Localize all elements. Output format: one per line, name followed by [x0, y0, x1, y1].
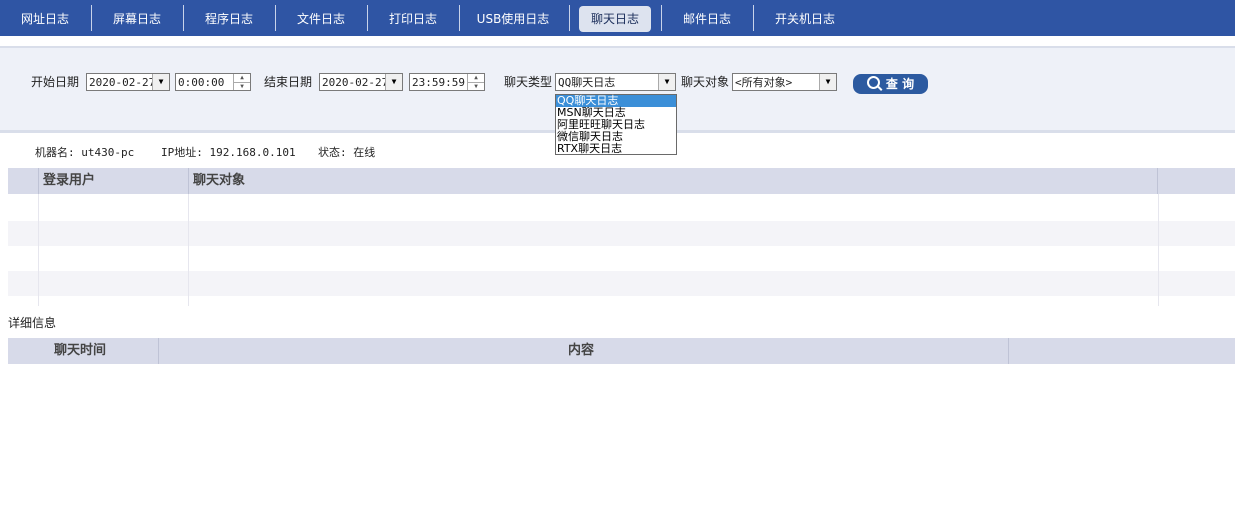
- tab-separator: [753, 5, 754, 31]
- machine-ip: IP地址: 192.168.0.101: [161, 146, 296, 159]
- table-row[interactable]: [8, 221, 1235, 246]
- detail-table-header: 聊天时间 内容: [8, 338, 1235, 364]
- detail-section-label: 详细信息: [8, 316, 57, 330]
- machine-name: 机器名: ut430-pc: [35, 146, 135, 159]
- user-table-header: 登录用户 聊天对象: [8, 168, 1235, 194]
- end-date-label: 结束日期: [264, 75, 313, 89]
- start-date-picker[interactable]: 2020-02-27 ▼: [86, 73, 170, 91]
- table-row[interactable]: [8, 246, 1235, 271]
- spin-up-icon[interactable]: ▲: [468, 74, 484, 82]
- chat-target-label: 聊天对象: [681, 75, 730, 89]
- start-time-value: 0:00:00: [178, 76, 225, 89]
- column-divider: [38, 194, 39, 306]
- spin-up-icon[interactable]: ▲: [234, 74, 250, 82]
- chat-type-dropdown-list: QQ聊天日志 MSN聊天日志 阿里旺旺聊天日志 微信聊天日志 RTX聊天日志: [555, 94, 677, 155]
- start-date-label: 开始日期: [31, 75, 80, 89]
- column-divider: [1008, 338, 1009, 364]
- tab-web-log[interactable]: 网址日志: [8, 6, 82, 32]
- tab-separator: [91, 5, 92, 31]
- end-time-value: 23:59:59: [412, 76, 465, 89]
- tab-screen-log[interactable]: 屏幕日志: [100, 6, 174, 32]
- start-date-value: 2020-02-27: [89, 76, 156, 89]
- tab-file-log[interactable]: 文件日志: [284, 6, 358, 32]
- chevron-down-icon[interactable]: ▼: [385, 74, 402, 90]
- tab-program-log[interactable]: 程序日志: [192, 6, 266, 32]
- end-time-input[interactable]: 23:59:59 ▲ ▼: [409, 73, 485, 91]
- chat-type-value: QQ聊天日志: [558, 76, 616, 89]
- tab-power-log[interactable]: 开关机日志: [762, 6, 848, 32]
- column-divider: [158, 338, 159, 364]
- chevron-down-icon[interactable]: ▼: [658, 74, 675, 90]
- column-header-chat-time[interactable]: 聊天时间: [54, 338, 106, 364]
- tab-bar: 网址日志 屏幕日志 程序日志 文件日志 打印日志 USB使用日志 聊天日志 邮件…: [0, 0, 1235, 36]
- tab-separator: [183, 5, 184, 31]
- time-spinner[interactable]: ▲ ▼: [467, 74, 484, 90]
- end-date-picker[interactable]: 2020-02-27 ▼: [319, 73, 403, 91]
- column-divider: [1157, 168, 1158, 194]
- chat-target-value: <所有对象>: [735, 76, 793, 89]
- chat-type-label: 聊天类型: [504, 75, 553, 89]
- tab-separator: [275, 5, 276, 31]
- detail-table-body: [8, 364, 1235, 507]
- column-divider: [188, 194, 189, 306]
- spin-down-icon[interactable]: ▼: [468, 82, 484, 91]
- tab-usb-log[interactable]: USB使用日志: [466, 6, 560, 32]
- time-spinner[interactable]: ▲ ▼: [233, 74, 250, 90]
- tab-separator: [569, 5, 570, 31]
- tab-mail-log[interactable]: 邮件日志: [670, 6, 744, 32]
- tab-print-log[interactable]: 打印日志: [376, 6, 450, 32]
- start-time-input[interactable]: 0:00:00 ▲ ▼: [175, 73, 251, 91]
- tab-separator: [661, 5, 662, 31]
- column-divider: [188, 168, 189, 194]
- tab-separator: [459, 5, 460, 31]
- column-divider: [1158, 194, 1159, 306]
- tab-chat-log[interactable]: 聊天日志: [579, 6, 651, 32]
- search-button-label: 查 询: [885, 77, 915, 91]
- machine-status: 状态: 在线: [318, 146, 376, 159]
- column-header-login-user[interactable]: 登录用户: [43, 168, 95, 194]
- column-header-chat-target[interactable]: 聊天对象: [193, 168, 245, 194]
- chat-target-select[interactable]: <所有对象> ▼: [732, 73, 837, 91]
- chevron-down-icon[interactable]: ▼: [819, 74, 836, 90]
- column-header-content[interactable]: 内容: [568, 338, 594, 364]
- column-divider: [38, 168, 39, 194]
- table-row[interactable]: [8, 271, 1235, 296]
- tab-separator: [367, 5, 368, 31]
- chat-type-select[interactable]: QQ聊天日志 ▼: [555, 73, 676, 91]
- search-icon: [866, 76, 880, 89]
- chevron-down-icon[interactable]: ▼: [152, 74, 169, 90]
- search-button[interactable]: 查 询: [853, 74, 928, 94]
- end-date-value: 2020-02-27: [322, 76, 389, 89]
- spin-down-icon[interactable]: ▼: [234, 82, 250, 91]
- dropdown-option-rtx[interactable]: RTX聊天日志: [556, 143, 676, 155]
- table-row[interactable]: [8, 196, 1235, 221]
